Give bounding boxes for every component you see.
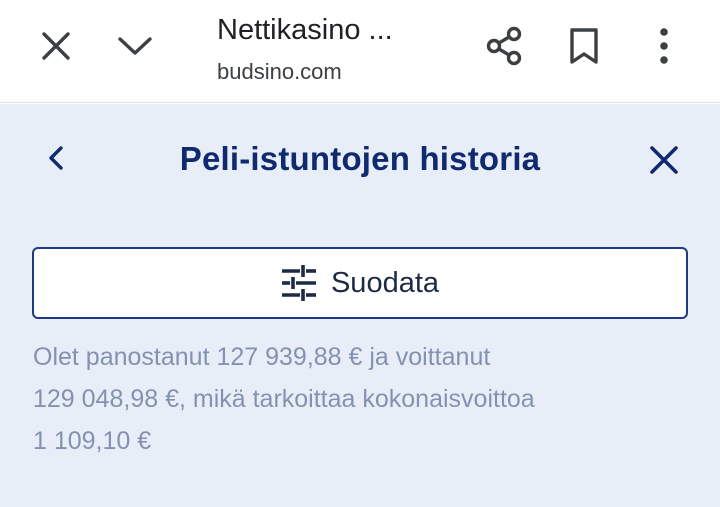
- bookmark-icon: [570, 28, 598, 64]
- close-tab-button[interactable]: [36, 26, 76, 66]
- browser-toolbar: Nettikasino ... budsino.com: [0, 0, 720, 103]
- session-history-panel: Peli-istuntojen historia Suodata Olet pa…: [0, 104, 720, 507]
- share-button[interactable]: [482, 24, 526, 68]
- tune-icon: [281, 265, 316, 301]
- panel-title: Peli-istuntojen historia: [179, 140, 541, 177]
- summary-line: 1 109,10 €: [33, 427, 152, 455]
- share-icon: [486, 26, 522, 66]
- filter-label: Suodata: [330, 266, 440, 299]
- page-title: Nettikasino ...: [217, 14, 393, 46]
- chevron-down-icon: [118, 37, 152, 55]
- betting-summary: Olet panostanut 127 939,88 € ja voittanu…: [33, 336, 633, 462]
- more-vert-icon: [660, 28, 668, 64]
- close-icon: [650, 146, 678, 174]
- close-icon: [42, 32, 70, 60]
- more-options-button[interactable]: [648, 24, 680, 68]
- bookmark-button[interactable]: [564, 24, 604, 68]
- summary-line: 129 048,98 €, mikä tarkoittaa kokonaisvo…: [33, 385, 535, 413]
- summary-line: Olet panostanut 127 939,88 € ja voittanu…: [33, 343, 491, 371]
- expand-button[interactable]: [115, 26, 155, 66]
- page-domain: budsino.com: [217, 59, 342, 84]
- close-panel-button[interactable]: [644, 140, 684, 180]
- filter-button[interactable]: Suodata: [32, 247, 688, 319]
